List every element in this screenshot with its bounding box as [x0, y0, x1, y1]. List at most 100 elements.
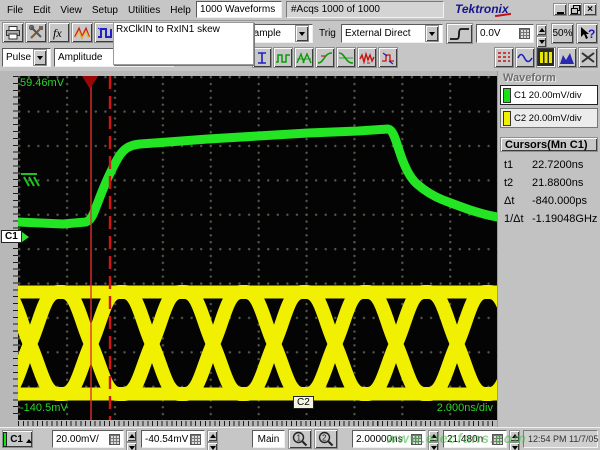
- close-button[interactable]: ×: [583, 3, 597, 16]
- tools-icon: [29, 25, 44, 40]
- tektronix-logo: Tektronix: [455, 2, 509, 16]
- meas-jitter-button[interactable]: [378, 47, 398, 68]
- trigger-level-spin-up[interactable]: [536, 24, 547, 36]
- trigger-slope-button[interactable]: [446, 23, 473, 44]
- chevron-down-icon[interactable]: [425, 25, 439, 42]
- waveform-icon: [74, 26, 90, 40]
- cursor-label: 1/Δt: [504, 213, 524, 225]
- graticule: 59.46mV -140.5mV 2.000ns/div C2: [18, 76, 497, 420]
- waveform-count-readout: 1000 Waveforms: [196, 1, 282, 18]
- bottom-voltage-label: -140.5mV: [20, 402, 68, 414]
- waveform-panel-title: Waveform: [503, 72, 556, 84]
- spinner-up-icon: [539, 25, 545, 32]
- waveform-display-button[interactable]: [71, 22, 93, 43]
- voffset-spin-up[interactable]: [207, 430, 218, 442]
- histogram-icon: [559, 51, 575, 65]
- context-help-button[interactable]: ?: [576, 23, 598, 44]
- printer-icon: [5, 26, 21, 40]
- vscale-spin-up[interactable]: [126, 430, 137, 442]
- menu-setup[interactable]: Setup: [87, 3, 123, 18]
- print-button[interactable]: [2, 22, 24, 43]
- menu-file[interactable]: File: [2, 3, 28, 18]
- set-50-button[interactable]: 50%: [551, 23, 574, 44]
- menu-edit[interactable]: Edit: [28, 3, 55, 18]
- chevron-down-icon[interactable]: [33, 49, 47, 66]
- chevron-down-icon[interactable]: [295, 25, 309, 42]
- channel-row-c2[interactable]: C2 20.00mV/div: [500, 108, 598, 128]
- sine-icon: [517, 51, 533, 65]
- meas-fall-button[interactable]: [336, 47, 356, 68]
- menu-utilities[interactable]: Utilities: [123, 3, 165, 18]
- sine-display-button[interactable]: [515, 47, 535, 68]
- minimize-icon: [557, 12, 564, 14]
- c1-trace: [18, 129, 497, 224]
- cursor-value: -840.000ps: [532, 195, 587, 207]
- help-pointer-icon: ?: [579, 26, 595, 41]
- keypad-icon[interactable]: [109, 434, 120, 445]
- meas-period-button[interactable]: [273, 47, 293, 68]
- trigger-level-field[interactable]: 0.0V: [476, 24, 534, 43]
- c1-channel-marker[interactable]: C1: [1, 230, 22, 243]
- meas-amplitude-button[interactable]: [294, 47, 314, 68]
- spinner-up-icon: [26, 436, 32, 443]
- c1-marker-arrow-icon: [22, 232, 29, 242]
- noise-icon: [359, 51, 375, 65]
- svg-text:?: ?: [588, 27, 595, 41]
- svg-text:2: 2: [322, 434, 327, 443]
- eye-mask-button[interactable]: [578, 47, 598, 68]
- keypad-icon[interactable]: [190, 434, 201, 445]
- horizontal-tick-strip: [18, 421, 497, 426]
- cursor-row-t2: t2 21.8800ns: [504, 177, 598, 189]
- zoom-2-button[interactable]: 2: [314, 429, 338, 449]
- restore-icon: [571, 5, 580, 14]
- cursor-label: t1: [504, 159, 513, 171]
- magnifier-2-icon: 2: [318, 431, 334, 447]
- vertical-scale-field[interactable]: 20.00mV/: [52, 430, 124, 448]
- levels-icon: [255, 51, 269, 65]
- trigger-marker[interactable]: [82, 76, 98, 89]
- c2-eye-trace: [18, 292, 497, 394]
- timebase-label: 2.000ns/div: [437, 402, 493, 414]
- tooltip: RxClkIN to RxIN1 skew: [113, 22, 254, 65]
- close-icon: ×: [587, 4, 593, 15]
- horizontal-mode-field[interactable]: Main: [252, 430, 285, 448]
- rising-edge-icon: [449, 26, 470, 41]
- watermark: www.elecfans.com: [386, 430, 527, 446]
- cursor-value: 22.7200ns: [532, 159, 583, 171]
- fx-icon: fx: [51, 25, 67, 40]
- math-button[interactable]: fx: [48, 22, 70, 43]
- restore-button[interactable]: [568, 3, 582, 16]
- cursors-panel-title: Cursors(Mn C1): [500, 137, 598, 152]
- menu-help[interactable]: Help: [165, 3, 196, 18]
- voffset-spin-down[interactable]: [207, 442, 218, 450]
- zoom-1-button[interactable]: 1: [288, 429, 312, 449]
- cursor-row-inv-dt: 1/Δt -1.19048GHz: [504, 213, 598, 225]
- minimize-button[interactable]: [553, 3, 567, 16]
- tools-button[interactable]: [25, 22, 47, 43]
- magnifier-1-icon: 1: [292, 431, 308, 447]
- vertical-offset-field[interactable]: -40.54mV: [141, 430, 205, 448]
- spinner-down-icon: [539, 40, 545, 47]
- signal-type-select[interactable]: Pulse: [2, 48, 51, 67]
- channel-select-button[interactable]: C1: [2, 430, 33, 448]
- waveform-plot: [18, 76, 497, 420]
- meas-noise-button[interactable]: [357, 47, 377, 68]
- channel-row-c1[interactable]: C1 20.00mV/div: [500, 85, 598, 105]
- pulse-train-icon: [275, 51, 291, 65]
- c2-channel-marker[interactable]: C2: [293, 396, 314, 409]
- keypad-icon[interactable]: [519, 28, 530, 39]
- menu-view[interactable]: View: [55, 3, 87, 18]
- trigger-source-select[interactable]: External Direct: [341, 24, 443, 43]
- meas-high-low-button[interactable]: [252, 47, 272, 68]
- dashed-lines-icon: [497, 51, 511, 64]
- acq-count-readout: #Acqs 1000 of 1000: [286, 1, 444, 18]
- rise-time-icon: [317, 51, 333, 65]
- datetime-readout: 12:54 PM 11/7/05: [523, 430, 598, 448]
- vscale-spin-down[interactable]: [126, 442, 137, 450]
- meas-rise-button[interactable]: [315, 47, 335, 68]
- svg-text:1: 1: [297, 434, 302, 443]
- eye-x-icon: [581, 51, 595, 64]
- histogram-button[interactable]: [557, 47, 577, 68]
- eye-color-grade-button[interactable]: [536, 47, 556, 68]
- mask-lines-button[interactable]: [494, 47, 514, 68]
